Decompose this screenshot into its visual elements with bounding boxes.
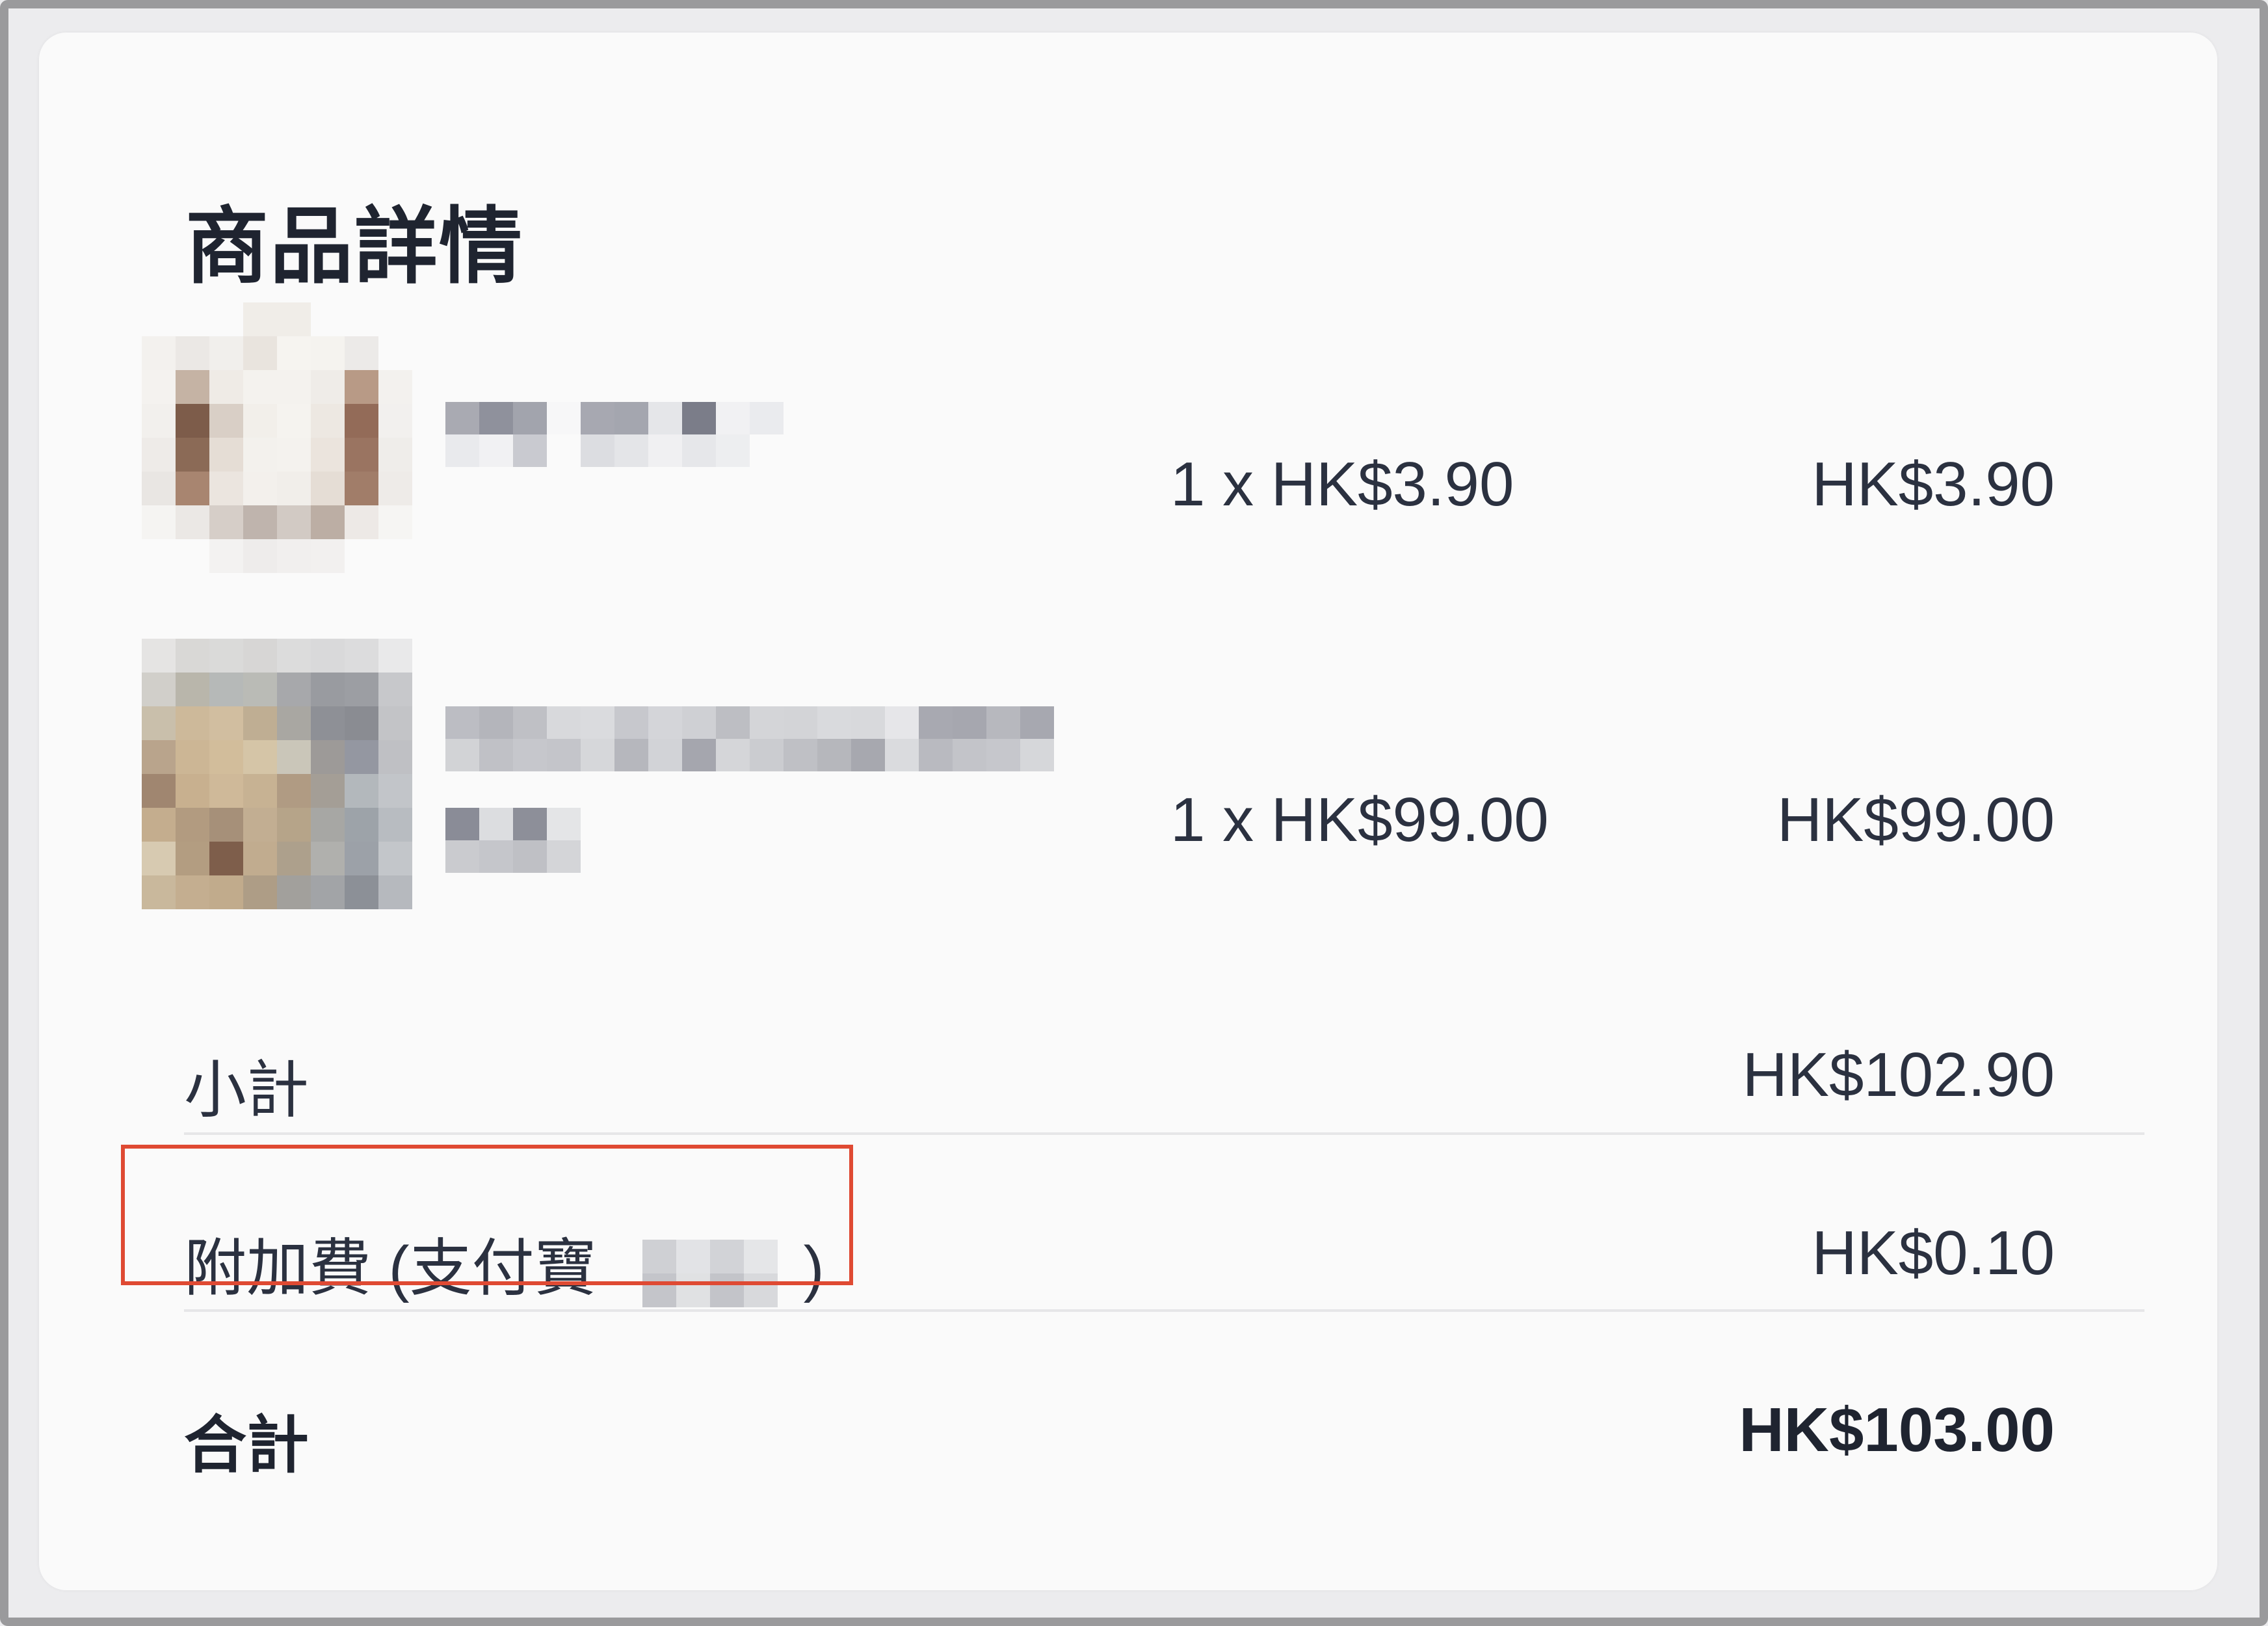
order-details-card: 商品詳情 1 x HK$3.90 HK$3.90 1 x HK$99.00 HK… (39, 33, 2217, 1590)
product-name-1-redacted (445, 402, 784, 467)
surcharge-highlight-box (121, 1145, 853, 1285)
product-thumbnail-1 (142, 302, 412, 573)
divider (184, 1132, 2144, 1135)
divider (184, 1309, 2144, 1312)
item-1-line-total: HK$3.90 (1812, 449, 2055, 519)
item-2-line-total: HK$99.00 (1777, 785, 2055, 855)
product-name-2-line1-redacted (445, 706, 1054, 771)
section-title: 商品詳情 (185, 200, 524, 293)
product-thumbnail-2 (142, 639, 412, 909)
subtotal-label: 小計 (184, 1056, 309, 1125)
total-label: 合計 (184, 1411, 309, 1480)
surcharge-value: HK$0.10 (1812, 1218, 2055, 1288)
total-value: HK$103.00 (1739, 1395, 2055, 1465)
item-1-quantity-price: 1 x HK$3.90 (1170, 449, 1514, 519)
subtotal-value: HK$102.90 (1742, 1040, 2055, 1110)
item-2-quantity-price: 1 x HK$99.00 (1170, 785, 1549, 855)
product-name-2-line2-redacted (445, 808, 581, 873)
